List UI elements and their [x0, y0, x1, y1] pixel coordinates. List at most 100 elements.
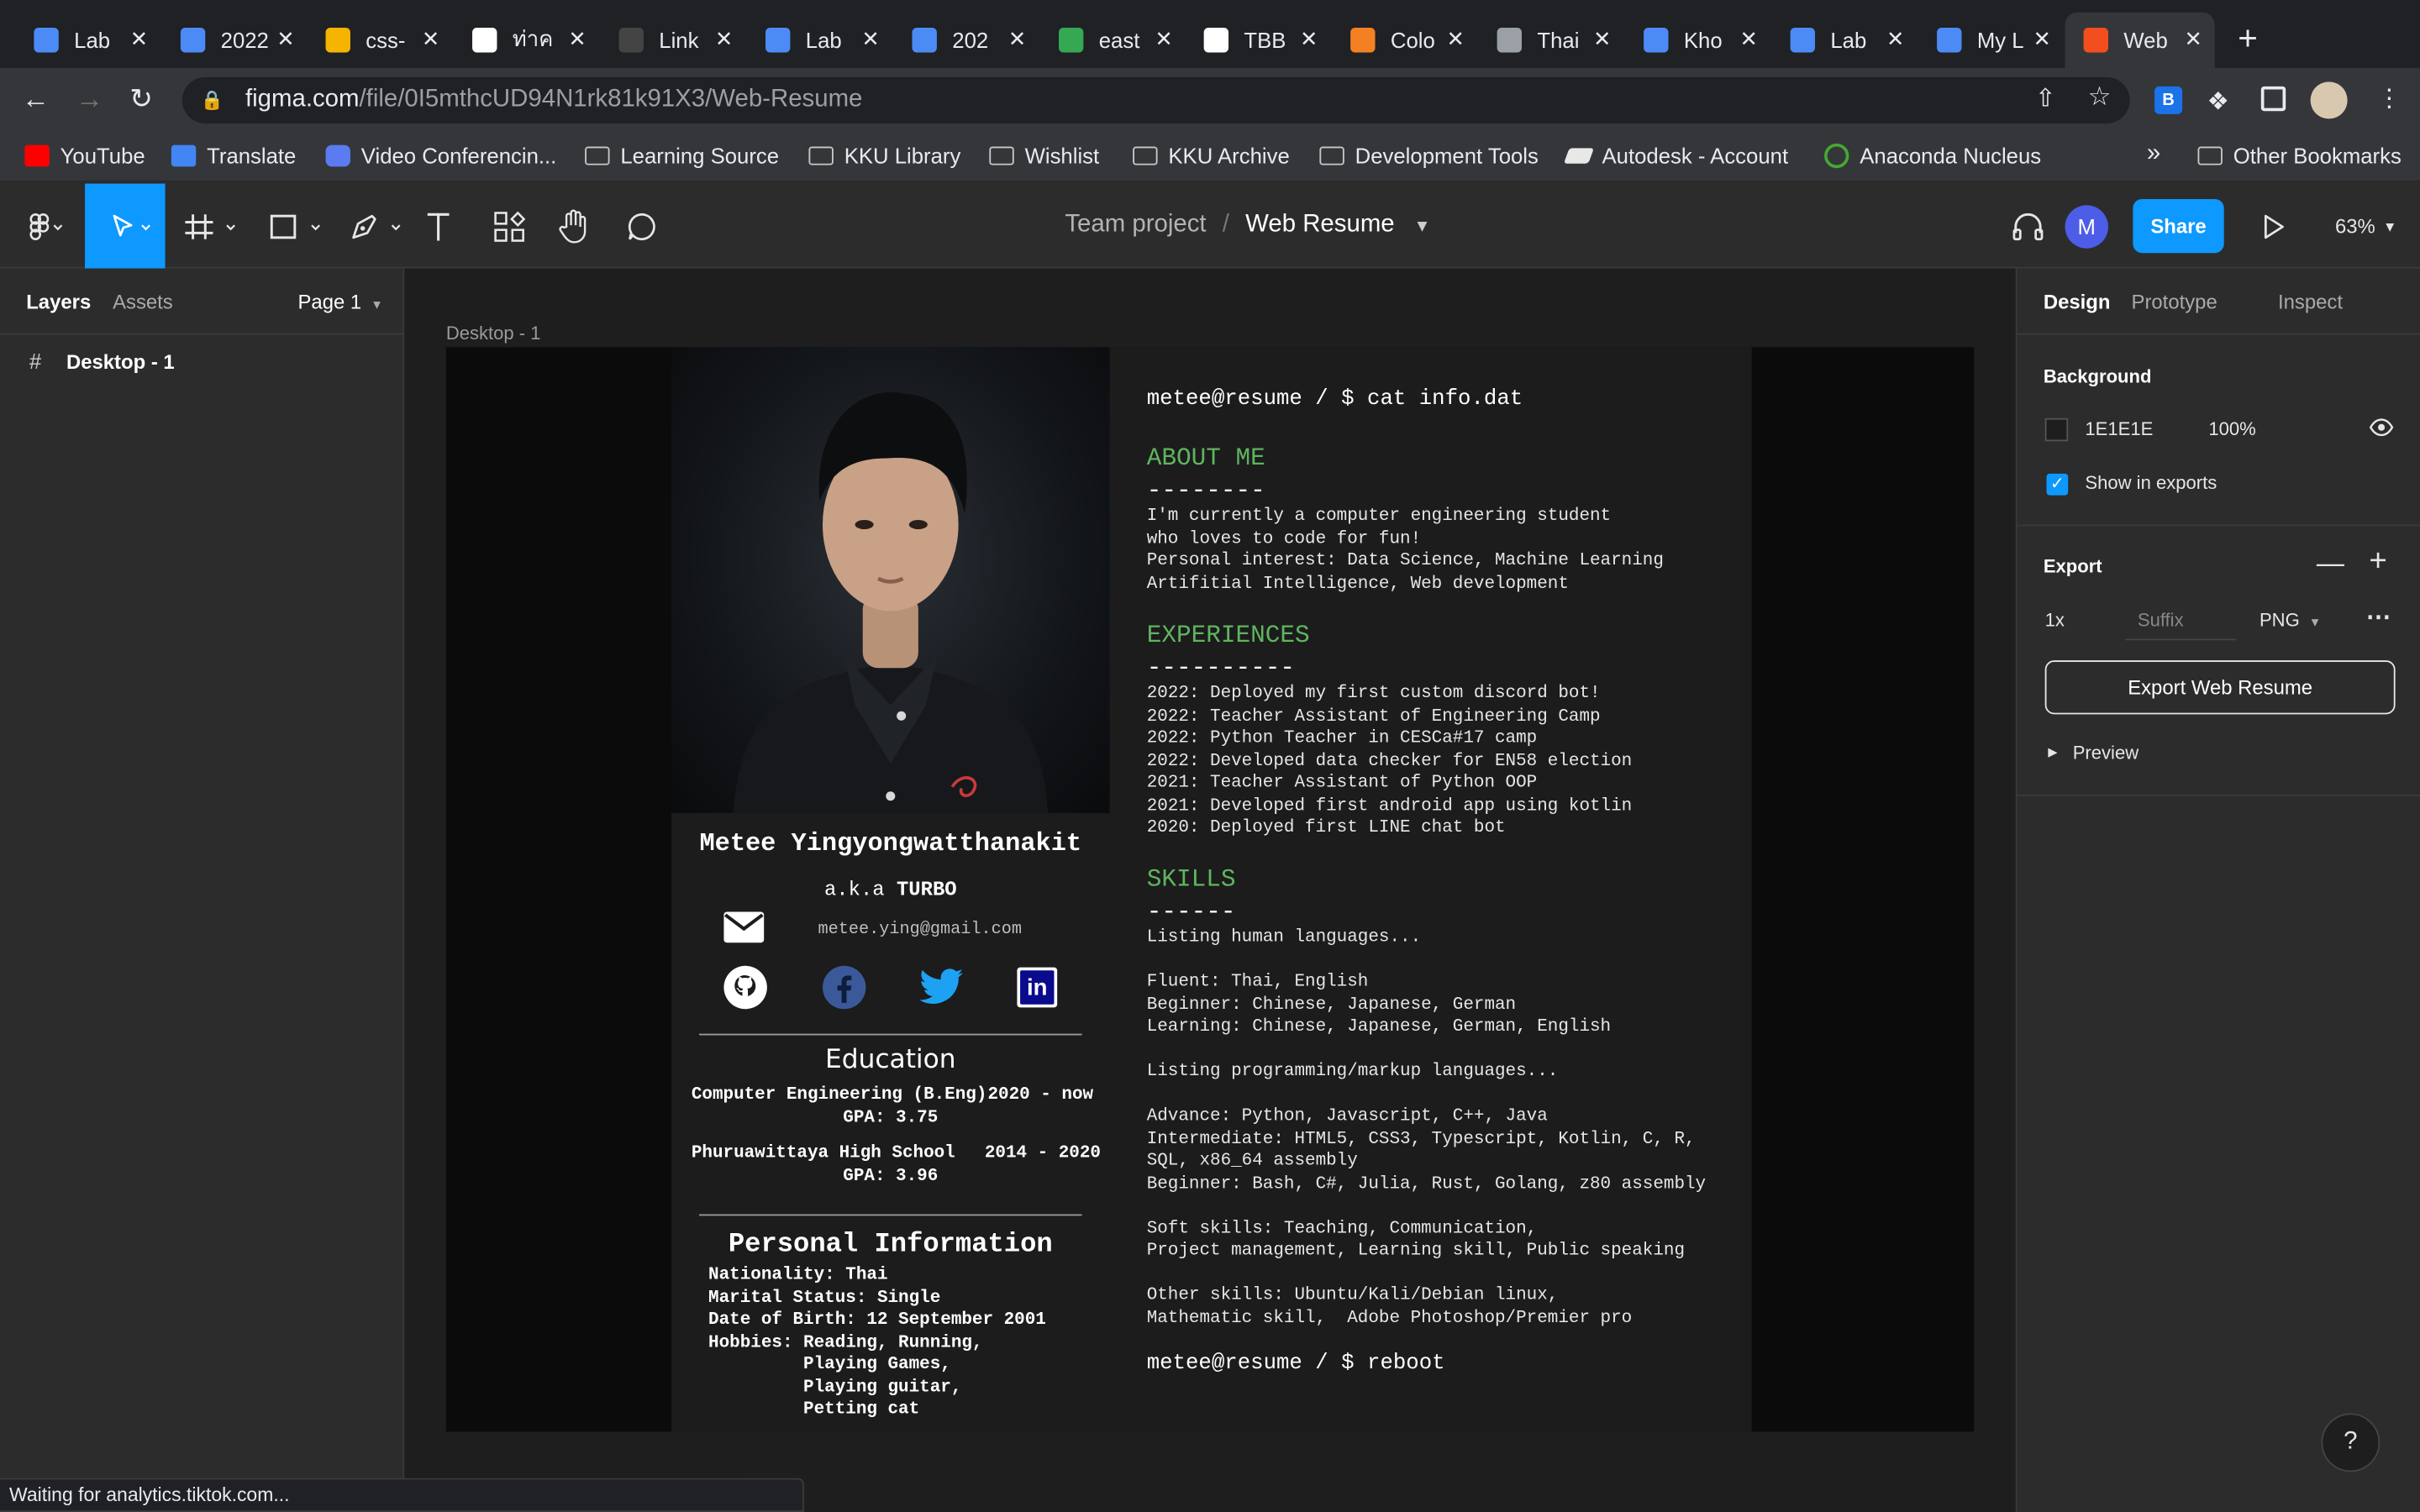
user-avatar[interactable]: M	[2065, 205, 2108, 249]
bookmarks-overflow-button[interactable]: »	[2147, 140, 2160, 168]
file-name[interactable]: Web Resume	[1245, 212, 1395, 238]
pen-tool[interactable]	[343, 184, 408, 269]
close-tab-icon[interactable]: ✕	[276, 26, 295, 52]
hand-tool[interactable]	[553, 184, 596, 269]
browser-tab[interactable]: TBB ✕	[1186, 13, 1331, 68]
project-name[interactable]: Team project	[1065, 212, 1206, 238]
bookmark-video-conferencing[interactable]: Video Conferencin...	[325, 144, 556, 168]
export-format-select[interactable]: PNG ▼	[2260, 610, 2321, 632]
background-color-swatch[interactable]	[2044, 417, 2069, 442]
close-tab-icon[interactable]: ✕	[1155, 26, 1173, 52]
tab-prototype[interactable]: Prototype	[2132, 290, 2217, 313]
hand-icon	[559, 208, 587, 243]
present-play-icon[interactable]	[2254, 184, 2294, 269]
close-tab-icon[interactable]: ✕	[1447, 26, 1465, 52]
bookmark-autodesk[interactable]: Autodesk - Account	[1563, 144, 1788, 168]
background-hex-input[interactable]: 1E1E1E	[2085, 418, 2153, 440]
close-tab-icon[interactable]: ✕	[1739, 26, 1758, 52]
browser-tab[interactable]: Lab ✕	[747, 13, 892, 68]
help-button[interactable]: ?	[2321, 1413, 2381, 1473]
folder-icon	[989, 146, 1014, 165]
close-tab-icon[interactable]: ✕	[715, 26, 734, 52]
browser-tab[interactable]: Lab ✕	[15, 13, 160, 68]
browser-tab[interactable]: Colo ✕	[1332, 13, 1477, 68]
remove-export-icon[interactable]: —	[2317, 548, 2344, 580]
bookmark-translate[interactable]: Translate	[171, 144, 296, 168]
bookmark-anaconda[interactable]: Anaconda Nucleus	[1824, 143, 2041, 169]
page-selector[interactable]: Page 1 ▼	[297, 290, 382, 313]
browser-tab[interactable]: Kho ✕	[1625, 13, 1770, 68]
skill-line: Beginner: Chinese, Japanese, German	[1146, 995, 1517, 1015]
side-panel-icon[interactable]	[2260, 86, 2286, 112]
bookmark-kku-library[interactable]: KKU Library	[808, 144, 960, 168]
skill-line: Other skills: Ubuntu/Kali/Debian linux,	[1146, 1286, 1559, 1305]
figma-main-menu[interactable]	[0, 184, 85, 269]
browser-tab[interactable]: ท่าค ✕	[454, 13, 599, 68]
tab-layers[interactable]: Layers	[26, 290, 91, 313]
add-export-icon[interactable]: +	[2369, 544, 2386, 580]
show-in-exports-checkbox[interactable]: ✓	[2046, 473, 2069, 496]
export-button[interactable]: Export Web Resume	[2044, 660, 2396, 715]
tab-assets[interactable]: Assets	[113, 290, 173, 313]
other-bookmarks[interactable]: Other Bookmarks	[2197, 144, 2402, 168]
browser-tab[interactable]: My L ✕	[1918, 13, 2064, 68]
bookmark-wishlist[interactable]: Wishlist	[989, 144, 1099, 168]
close-tab-icon[interactable]: ✕	[2184, 26, 2202, 52]
back-icon[interactable]: ←	[22, 83, 50, 116]
bookmark-youtube[interactable]: YouTube	[24, 144, 145, 168]
close-tab-icon[interactable]: ✕	[1008, 26, 1027, 52]
background-opacity-input[interactable]: 100%	[2208, 418, 2255, 440]
close-tab-icon[interactable]: ✕	[1593, 26, 1612, 52]
preview-toggle[interactable]: Preview	[2073, 742, 2139, 764]
export-scale-select[interactable]: 1x	[2045, 610, 2065, 632]
forward-icon[interactable]: →	[76, 83, 103, 116]
browser-tab[interactable]: east ✕	[1040, 13, 1186, 68]
browser-tab[interactable]: Thai ✕	[1479, 13, 1624, 68]
address-bar[interactable]: 🔒 figma.com/file/0I5mthcUD94N1rk81k91X3/…	[182, 76, 2130, 123]
chrome-menu-icon[interactable]: ⋮	[2377, 83, 2402, 114]
browser-tab[interactable]: Link ✕	[600, 13, 745, 68]
profile-photo	[671, 347, 1110, 813]
close-tab-icon[interactable]: ✕	[568, 26, 587, 52]
extension-b-icon[interactable]: B	[2154, 86, 2183, 114]
browser-tab[interactable]: Web ✕	[2065, 12, 2215, 68]
caret-right-icon[interactable]: ▶	[2048, 745, 2057, 759]
close-tab-icon[interactable]: ✕	[1886, 26, 1905, 52]
export-suffix-input[interactable]: Suffix	[2125, 597, 2237, 641]
tab-title: TBB	[1244, 28, 1286, 53]
tab-design[interactable]: Design	[2044, 290, 2111, 313]
eye-icon[interactable]	[2369, 417, 2394, 446]
tab-inspect[interactable]: Inspect	[2278, 290, 2343, 313]
close-tab-icon[interactable]: ✕	[422, 26, 440, 52]
reload-icon[interactable]: ↻	[129, 83, 153, 116]
browser-tab[interactable]: Lab ✕	[1772, 13, 1918, 68]
frame-tool[interactable]	[177, 184, 242, 269]
frame-label[interactable]: Desktop - 1	[446, 323, 541, 344]
resources-tool[interactable]	[487, 184, 530, 269]
audio-headphones-icon[interactable]	[2007, 184, 2049, 269]
layer-item-desktop-1[interactable]: Desktop - 1	[66, 350, 175, 374]
close-tab-icon[interactable]: ✕	[861, 26, 880, 52]
chevron-down-icon[interactable]: ▼	[1414, 218, 1431, 236]
share-button[interactable]: Share	[2133, 198, 2224, 254]
close-tab-icon[interactable]: ✕	[1300, 26, 1318, 52]
browser-tab[interactable]: 202 ✕	[893, 13, 1039, 68]
new-tab-button[interactable]: +	[2238, 18, 2258, 59]
text-tool[interactable]	[417, 184, 460, 269]
export-more-icon[interactable]: ⋯	[2366, 601, 2391, 633]
extensions-puzzle-icon[interactable]: ❖	[2207, 87, 2229, 118]
move-tool[interactable]	[85, 183, 166, 269]
close-tab-icon[interactable]: ✕	[130, 26, 149, 52]
close-tab-icon[interactable]: ✕	[2033, 26, 2051, 52]
browser-tab[interactable]: css- ✕	[308, 13, 453, 68]
comment-tool[interactable]	[620, 184, 663, 269]
share-page-icon[interactable]: ⇧	[2035, 83, 2056, 114]
bookmark-star-icon[interactable]: ☆	[2088, 81, 2112, 113]
browser-tab[interactable]: 2022 ✕	[162, 13, 308, 68]
bookmark-learning-source[interactable]: Learning Source	[585, 144, 779, 168]
profile-avatar[interactable]	[2310, 81, 2348, 119]
bookmark-development-tools[interactable]: Development Tools	[1319, 144, 1539, 168]
shape-tool[interactable]	[262, 184, 327, 269]
bookmark-kku-archive[interactable]: KKU Archive	[1133, 144, 1290, 168]
zoom-dropdown[interactable]: 63% ▼	[2328, 184, 2405, 269]
